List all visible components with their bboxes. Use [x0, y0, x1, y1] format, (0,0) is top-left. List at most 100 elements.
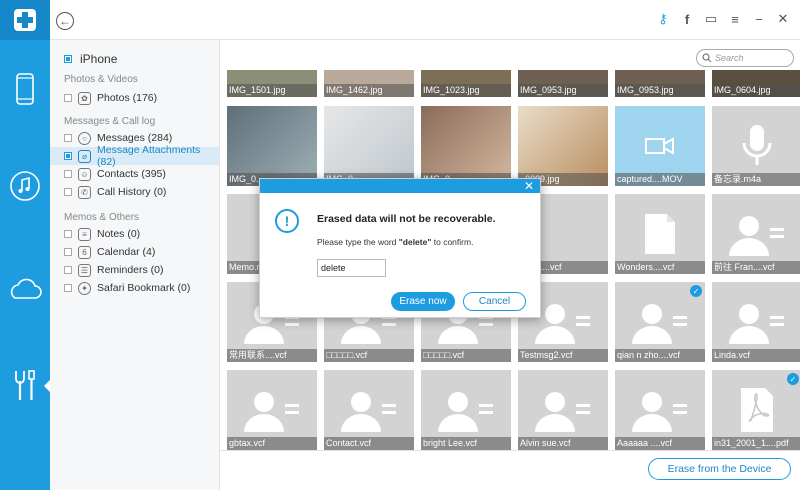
erase-now-button[interactable]: Erase now	[391, 292, 455, 311]
list-item[interactable]: ✓ qian n zho....vcf	[615, 282, 705, 362]
dialog-message: Please type the word "delete" to confirm…	[317, 237, 473, 247]
checkbox[interactable]	[64, 284, 72, 292]
file-name: IMG_1462.jpg	[324, 84, 414, 97]
dialog-message-part: to confirm.	[431, 237, 474, 247]
file-name: in31_2001_1....pdf	[712, 437, 800, 450]
erase-from-device-button[interactable]: Erase from the Device	[648, 458, 791, 480]
confirm-word-input[interactable]: delete	[317, 259, 386, 277]
close-icon[interactable]: ✕	[776, 11, 790, 27]
checkbox[interactable]	[64, 170, 72, 178]
video-icon	[645, 137, 674, 155]
list-item[interactable]: Wonders....vcf	[615, 194, 705, 274]
sidebar-item-calendar[interactable]: 6 Calendar (4)	[50, 243, 219, 261]
cancel-button[interactable]: Cancel	[463, 292, 526, 311]
call-icon: ✆	[78, 185, 91, 199]
list-item[interactable]: ✓ in31_2001_1....pdf	[712, 370, 800, 450]
facebook-icon[interactable]: f	[680, 11, 694, 27]
file-name: Wonders....vcf	[615, 261, 705, 274]
list-item[interactable]: IMG_1501.jpg	[227, 70, 317, 97]
dialog-message-part: Please type the word	[317, 237, 399, 247]
sidebar-item-label: Calendar (4)	[97, 246, 156, 258]
footer-bar: Erase from the Device	[220, 450, 800, 490]
reminders-icon: ☰	[78, 263, 91, 277]
sidebar-item-contacts[interactable]: ☺ Contacts (395)	[50, 165, 219, 183]
key-icon[interactable]: ⚷	[656, 11, 670, 27]
search-input[interactable]: Search	[696, 49, 794, 67]
bookmark-icon: ✦	[78, 281, 91, 295]
device-name: iPhone	[80, 52, 118, 66]
list-item[interactable]: IMG_0...	[227, 106, 317, 186]
file-name: Contact.vcf	[324, 437, 414, 450]
search-icon	[702, 53, 712, 63]
checkbox[interactable]	[64, 266, 72, 274]
file-name: 前往 Fran....vcf	[712, 261, 800, 274]
checkbox[interactable]	[64, 134, 72, 142]
nav-cloud[interactable]	[0, 264, 50, 314]
contacts-icon: ☺	[78, 167, 91, 181]
sidebar-item-label: Call History (0)	[97, 186, 167, 198]
feedback-icon[interactable]: ▭	[704, 11, 718, 27]
file-name: □□□□□.vcf	[421, 349, 511, 362]
list-item[interactable]: bright Lee.vcf	[421, 370, 511, 450]
sidebar-item-label: Reminders (0)	[97, 264, 164, 276]
device-row[interactable]: iPhone	[64, 52, 117, 66]
sidebar-item-message-attachments[interactable]: ⌀ Message Attachments (82)	[50, 144, 219, 168]
sidebar-item-reminders[interactable]: ☰ Reminders (0)	[50, 261, 219, 279]
photos-icon: ✿	[78, 91, 91, 105]
file-name: gbtax.vcf	[227, 437, 317, 450]
checkbox[interactable]	[64, 230, 72, 238]
warning-icon: !	[275, 209, 299, 233]
list-item[interactable]: Aaaaaa ....vcf	[615, 370, 705, 450]
cloud-icon	[10, 278, 42, 299]
minimize-icon[interactable]: −	[752, 11, 766, 27]
checkbox[interactable]	[64, 248, 72, 256]
list-item[interactable]: IMG_0...	[324, 106, 414, 186]
list-item[interactable]: IMG_1462.jpg	[324, 70, 414, 97]
confirm-erase-dialog: ✕ ! Erased data will not be recoverable.…	[259, 178, 541, 318]
file-name: 常用联系....vcf	[227, 349, 317, 362]
sidebar-item-safari-bookmark[interactable]: ✦ Safari Bookmark (0)	[50, 279, 219, 297]
sidebar-item-label: Messages (284)	[97, 132, 173, 144]
file-name: bright Lee.vcf	[421, 437, 511, 450]
list-item[interactable]: IMG_0953.jpg	[518, 70, 608, 97]
list-item[interactable]: IMG_0953.jpg	[615, 70, 705, 97]
nav-music[interactable]	[0, 161, 50, 211]
nav-phone[interactable]	[0, 64, 50, 114]
menu-icon[interactable]: ≡	[728, 11, 742, 27]
list-item[interactable]: Alvin sue.vcf	[518, 370, 608, 450]
nav-tools[interactable]	[0, 361, 50, 411]
list-item[interactable]: Contact.vcf	[324, 370, 414, 450]
checkbox[interactable]	[64, 152, 72, 160]
dialog-close-icon[interactable]: ✕	[524, 179, 534, 193]
list-item[interactable]: Linda.vcf	[712, 282, 800, 362]
calendar-icon: 6	[78, 245, 91, 259]
file-name: IMG_1501.jpg	[227, 84, 317, 97]
list-item[interactable]: IMG_1023.jpg	[421, 70, 511, 97]
file-name: Alvin sue.vcf	[518, 437, 608, 450]
list-item[interactable]: gbtax.vcf	[227, 370, 317, 450]
sidebar-item-notes[interactable]: ≡ Notes (0)	[50, 225, 219, 243]
dialog-header: ✕	[260, 179, 540, 193]
selected-check-icon[interactable]: ✓	[690, 285, 702, 297]
search-placeholder: Search	[715, 53, 744, 63]
sidebar-item-label: Photos (176)	[97, 92, 158, 104]
list-item[interactable]: IMG_0...	[421, 106, 511, 186]
selected-check-icon[interactable]: ✓	[787, 373, 799, 385]
list-item[interactable]: captured....MOV	[615, 106, 705, 186]
sidebar-item-photos[interactable]: ✿ Photos (176)	[50, 89, 219, 107]
list-item[interactable]: 备忘录.m4a	[712, 106, 800, 186]
list-item[interactable]: 前往 Fran....vcf	[712, 194, 800, 274]
file-name: IMG_0604.jpg	[712, 84, 800, 97]
sidebar-item-call-history[interactable]: ✆ Call History (0)	[50, 183, 219, 201]
file-name: IMG_0953.jpg	[615, 84, 705, 97]
file-name: IMG_0953.jpg	[518, 84, 608, 97]
pdf-icon	[741, 388, 773, 432]
sidebar-item-label: Contacts (395)	[97, 168, 166, 180]
list-item[interactable]: IMG_0604.jpg	[712, 70, 800, 97]
device-checkbox[interactable]	[64, 55, 72, 63]
list-item[interactable]: ..0009.jpg	[518, 106, 608, 186]
music-icon	[10, 171, 40, 201]
checkbox[interactable]	[64, 94, 72, 102]
checkbox[interactable]	[64, 188, 72, 196]
back-button[interactable]: ←	[56, 12, 74, 30]
